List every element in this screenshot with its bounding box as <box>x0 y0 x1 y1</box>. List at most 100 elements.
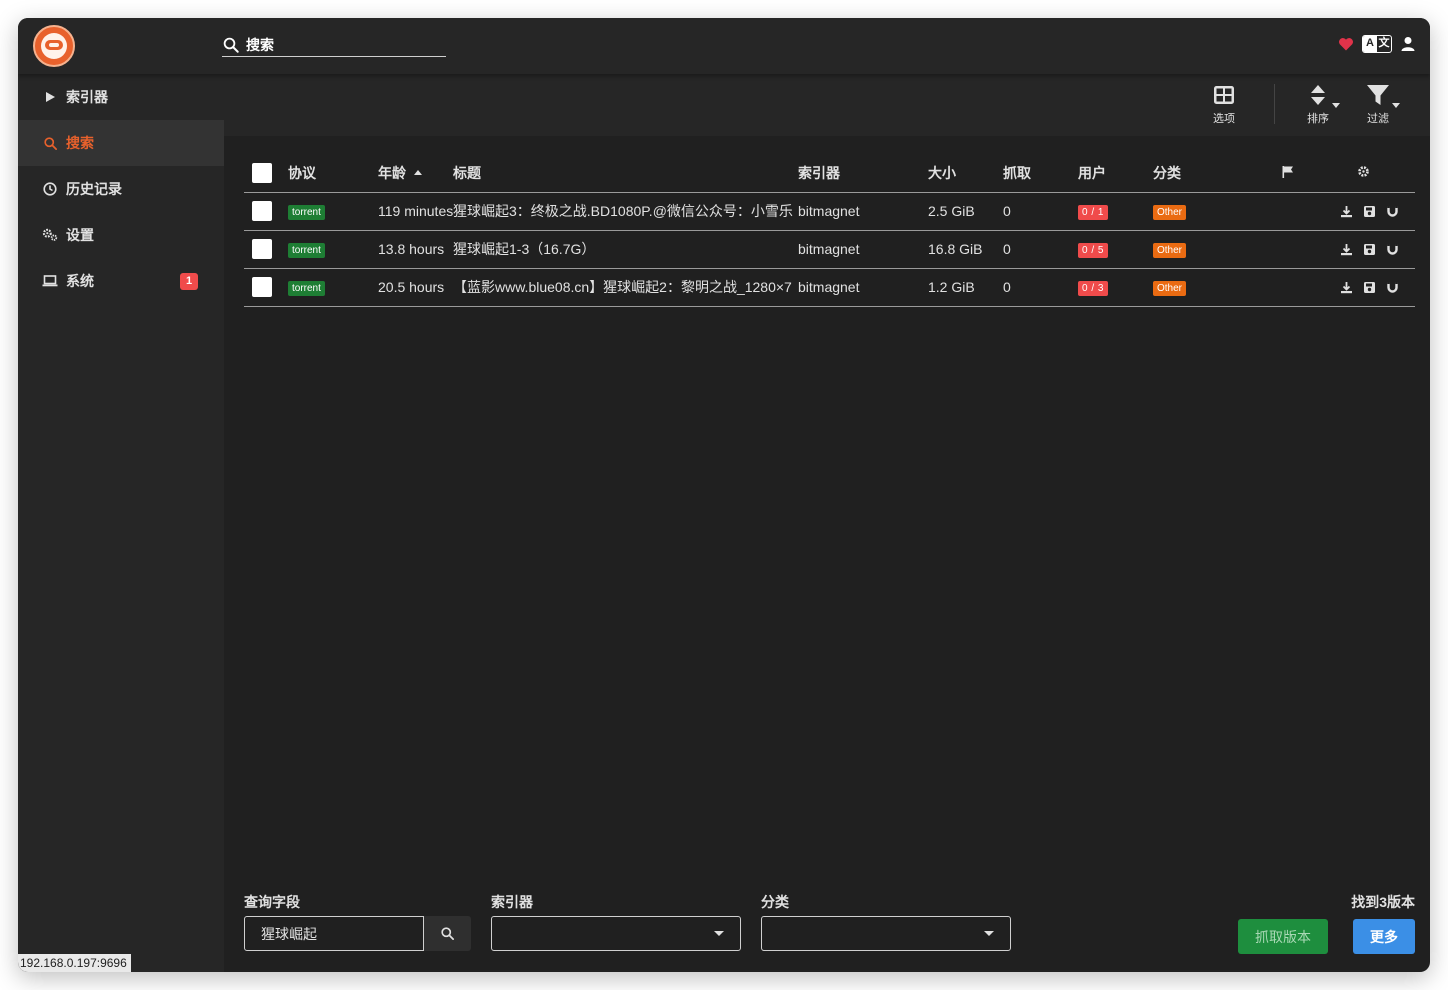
sort-label: 排序 <box>1307 113 1329 125</box>
search-icon <box>42 135 58 151</box>
row-checkbox[interactable] <box>252 239 272 259</box>
global-search-input[interactable] <box>246 36 436 53</box>
row-select-cell <box>244 192 288 231</box>
global-search <box>222 33 446 57</box>
category-cell: Other <box>1153 230 1281 269</box>
sort-icon <box>1311 85 1325 105</box>
chevron-down-icon <box>1332 103 1340 108</box>
flag-icon <box>1282 165 1293 178</box>
search-icon <box>441 927 454 940</box>
laptop-icon <box>42 273 58 289</box>
save-icon[interactable] <box>1363 243 1376 256</box>
chevron-down-icon <box>714 931 724 936</box>
protocol-tag: torrent <box>288 205 325 220</box>
sidebar-item-indexers[interactable]: 索引器 <box>18 74 224 120</box>
page-toolbar: 选项 排序 过滤 <box>224 74 1430 136</box>
select-all-checkbox[interactable] <box>252 162 272 183</box>
save-icon[interactable] <box>1363 281 1376 294</box>
save-icon[interactable] <box>1363 205 1376 218</box>
category-label: 分类 <box>761 894 789 910</box>
title-cell[interactable]: 【蓝影www.blue08.cn】猩球崛起2：黎明之战_1280×7 <box>453 268 798 307</box>
chevron-down-icon <box>984 931 994 936</box>
column-age[interactable]: 年龄 <box>378 154 453 193</box>
results-table: 协议 年龄 标题 索引器 大小 抓取 用户 分类 torrent 119 min… <box>244 154 1415 307</box>
gears-icon <box>42 227 58 243</box>
sidebar: 索引器 搜索 历史记录 设置 系统 1 <box>18 74 224 972</box>
sidebar-item-label: 设置 <box>66 227 94 243</box>
download-icon[interactable] <box>1340 281 1353 294</box>
category-tag: Other <box>1153 205 1187 220</box>
flags-cell <box>1281 230 1339 269</box>
table-row: torrent 119 minutes 猩球崛起3：终极之战.BD1080P.@… <box>244 192 1415 231</box>
category-select[interactable] <box>761 916 1011 951</box>
options-label: 选项 <box>1213 113 1235 125</box>
row-checkbox[interactable] <box>252 277 272 297</box>
table-row: torrent 13.8 hours 猩球崛起1-3（16.7G） bitmag… <box>244 230 1415 269</box>
column-indexer[interactable]: 索引器 <box>798 154 928 193</box>
magnet-icon[interactable] <box>1386 205 1399 218</box>
results-table-wrap: 协议 年龄 标题 索引器 大小 抓取 用户 分类 torrent 119 min… <box>244 154 1415 307</box>
indexer-cell: bitmagnet <box>798 192 928 231</box>
magnet-icon[interactable] <box>1386 243 1399 256</box>
flags-cell <box>1281 192 1339 231</box>
top-header: A 文 <box>18 18 1430 74</box>
column-actions[interactable] <box>1339 154 1415 193</box>
category-cell: Other <box>1153 192 1281 231</box>
user-icon[interactable] <box>1400 36 1416 52</box>
query-search-button[interactable] <box>424 916 471 951</box>
select-all-cell <box>244 154 288 193</box>
protocol-cell: torrent <box>288 192 378 231</box>
indexer-label: 索引器 <box>491 894 533 910</box>
filter-label: 过滤 <box>1367 113 1389 125</box>
sidebar-item-label: 历史记录 <box>66 181 122 197</box>
category-group: 分类 <box>761 892 1011 951</box>
row-checkbox[interactable] <box>252 201 272 221</box>
column-protocol[interactable]: 协议 <box>288 154 378 193</box>
protocol-tag: torrent <box>288 243 325 258</box>
peers-cell: 0 / 5 <box>1078 230 1153 269</box>
title-cell[interactable]: 猩球崛起1-3（16.7G） <box>453 230 798 269</box>
sidebar-item-search[interactable]: 搜索 <box>18 120 224 166</box>
download-icon[interactable] <box>1340 205 1353 218</box>
grabs-cell: 0 <box>1003 268 1078 307</box>
title-cell[interactable]: 猩球崛起3：终极之战.BD1080P.@微信公众号：小雪乐 <box>453 192 798 231</box>
indexer-select[interactable] <box>491 916 741 951</box>
age-cell: 13.8 hours <box>378 230 453 269</box>
sidebar-item-history[interactable]: 历史记录 <box>18 166 224 212</box>
download-icon[interactable] <box>1340 243 1353 256</box>
filter-button[interactable]: 过滤 <box>1354 83 1402 126</box>
sort-button[interactable]: 排序 <box>1294 83 1342 126</box>
sidebar-item-system[interactable]: 系统 1 <box>18 258 224 304</box>
column-title[interactable]: 标题 <box>453 154 798 193</box>
column-category[interactable]: 分类 <box>1153 154 1281 193</box>
column-peers[interactable]: 用户 <box>1078 154 1153 193</box>
translate-icon[interactable]: A 文 <box>1362 35 1392 53</box>
options-button[interactable]: 选项 <box>1200 83 1248 126</box>
peers-cell: 0 / 1 <box>1078 192 1153 231</box>
protocol-cell: torrent <box>288 230 378 269</box>
app-logo[interactable] <box>33 25 75 67</box>
more-button[interactable]: 更多 <box>1353 919 1415 954</box>
column-grabs[interactable]: 抓取 <box>1003 154 1078 193</box>
header-actions: A 文 <box>1338 35 1416 53</box>
table-header-row: 协议 年龄 标题 索引器 大小 抓取 用户 分类 <box>244 154 1415 193</box>
sidebar-item-settings[interactable]: 设置 <box>18 212 224 258</box>
gear-icon <box>1358 165 1369 177</box>
heart-icon[interactable] <box>1338 37 1354 51</box>
filter-icon <box>1367 85 1389 105</box>
grab-releases-button[interactable]: 抓取版本 <box>1238 919 1328 954</box>
peers-cell: 0 / 3 <box>1078 268 1153 307</box>
query-group: 查询字段 猩球崛起 <box>244 892 471 951</box>
grabs-cell: 0 <box>1003 230 1078 269</box>
translate-left: A <box>1363 36 1377 52</box>
magnet-icon[interactable] <box>1386 281 1399 294</box>
indexer-cell: bitmagnet <box>798 230 928 269</box>
size-cell: 2.5 GiB <box>928 192 1003 231</box>
actions-cell <box>1339 192 1415 231</box>
category-tag: Other <box>1153 243 1187 258</box>
system-badge: 1 <box>180 273 198 290</box>
column-flags[interactable] <box>1281 154 1339 193</box>
column-size[interactable]: 大小 <box>928 154 1003 193</box>
sidebar-item-label: 系统 <box>66 273 94 289</box>
query-input[interactable]: 猩球崛起 <box>244 916 424 951</box>
